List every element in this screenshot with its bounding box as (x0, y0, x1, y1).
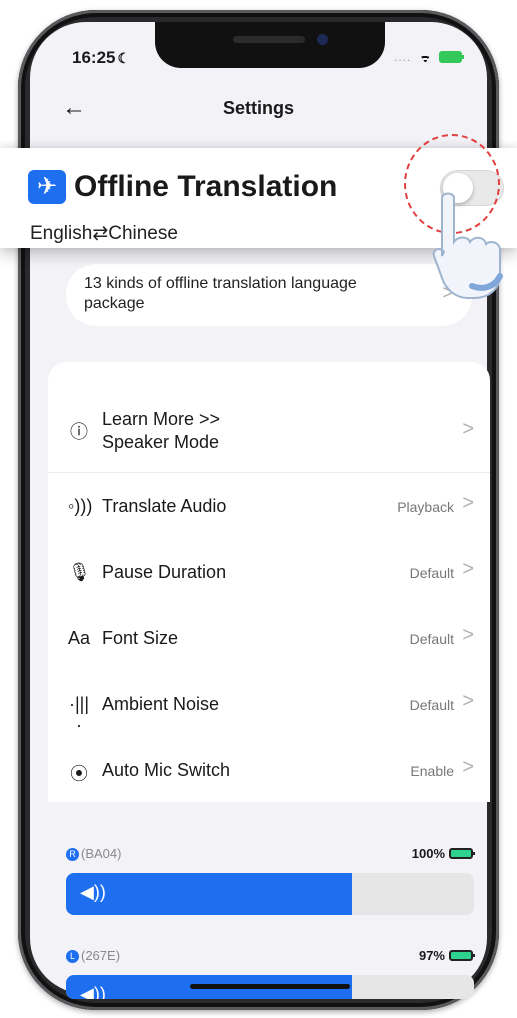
volume-slider[interactable]: ◀)) (66, 873, 474, 915)
battery-icon (449, 950, 475, 961)
noise-icon: ·|||· (68, 694, 90, 735)
moon-icon: ☾ (117, 50, 131, 66)
chevron-right-icon: > (462, 418, 474, 440)
device-label: R (BA04) (66, 846, 121, 861)
chevron-right-icon: > (462, 624, 474, 646)
status-time: 16:25 ☾ (72, 48, 131, 67)
row-label: Pause Duration (102, 562, 227, 582)
row-value: Enable (410, 763, 454, 779)
notch (155, 22, 385, 68)
row-label: Auto Mic Switch (102, 760, 231, 780)
pointing-hand-icon (432, 192, 503, 299)
row-label: Ambient Noise (102, 694, 220, 714)
audio-waves-icon: ◦))) (68, 496, 93, 516)
settings-list: ⓘ Learn More >> Speaker Mode > ◦))) Trans… (48, 362, 490, 802)
row-label: Font Size (102, 628, 179, 648)
airplane-icon: ✈ (28, 170, 66, 204)
row-label: Translate Audio (102, 496, 227, 516)
device-badge: R (66, 848, 79, 861)
device-badge: L (66, 950, 79, 963)
row-value: Default (409, 631, 454, 647)
language-package-card[interactable]: 13 kinds of offline translation language… (66, 264, 472, 326)
learn-more-label: Learn More >> Speaker Mode (102, 409, 221, 452)
font-size-row[interactable]: Aa Font Size Default > (48, 606, 490, 672)
translate-audio-row[interactable]: ◦))) Translate Audio Playback > (48, 474, 490, 540)
learn-more-row[interactable]: ⓘ Learn More >> Speaker Mode > (48, 388, 490, 472)
wifi-icon (417, 51, 433, 63)
language-package-text: 13 kinds of offline translation language… (84, 275, 357, 312)
device-battery: 100% (412, 846, 475, 861)
auto-mic-switch-row[interactable]: ⦿ Auto Mic Switch Enable > (48, 738, 490, 804)
status-indicators: .... (394, 50, 465, 64)
home-indicator[interactable] (190, 984, 350, 989)
device-battery: 97% (419, 948, 475, 963)
offline-translation-title: Offline Translation (74, 170, 338, 203)
divider (48, 472, 490, 473)
chevron-right-icon: > (462, 558, 474, 580)
info-icon: ⓘ (70, 422, 88, 442)
chevron-right-icon: > (462, 492, 474, 514)
chevron-right-icon: > (462, 756, 474, 778)
row-value: Default (409, 565, 454, 581)
volume-fill (66, 873, 352, 915)
speaker-icon: ◀)) (80, 984, 106, 999)
mic-switch-icon: ⦿ (70, 764, 88, 784)
page-title: Settings (222, 98, 294, 118)
language-pair: English⇄Chinese (30, 223, 178, 244)
row-value: Playback (397, 499, 454, 515)
battery-icon (449, 848, 475, 859)
font-size-icon: Aa (68, 628, 91, 648)
pause-duration-row[interactable]: 🎙 Pause Duration Default > (48, 540, 490, 606)
speaker-icon: ◀)) (80, 882, 106, 902)
device-label: L (267E) (66, 948, 120, 963)
ambient-noise-row[interactable]: ·|||· Ambient Noise Default > (48, 672, 490, 738)
row-value: Default (409, 697, 454, 713)
signal-dots: .... (394, 50, 412, 64)
microphone-icon: 🎙 (68, 562, 91, 582)
chevron-right-icon: > (462, 690, 474, 712)
battery-icon (439, 51, 465, 63)
